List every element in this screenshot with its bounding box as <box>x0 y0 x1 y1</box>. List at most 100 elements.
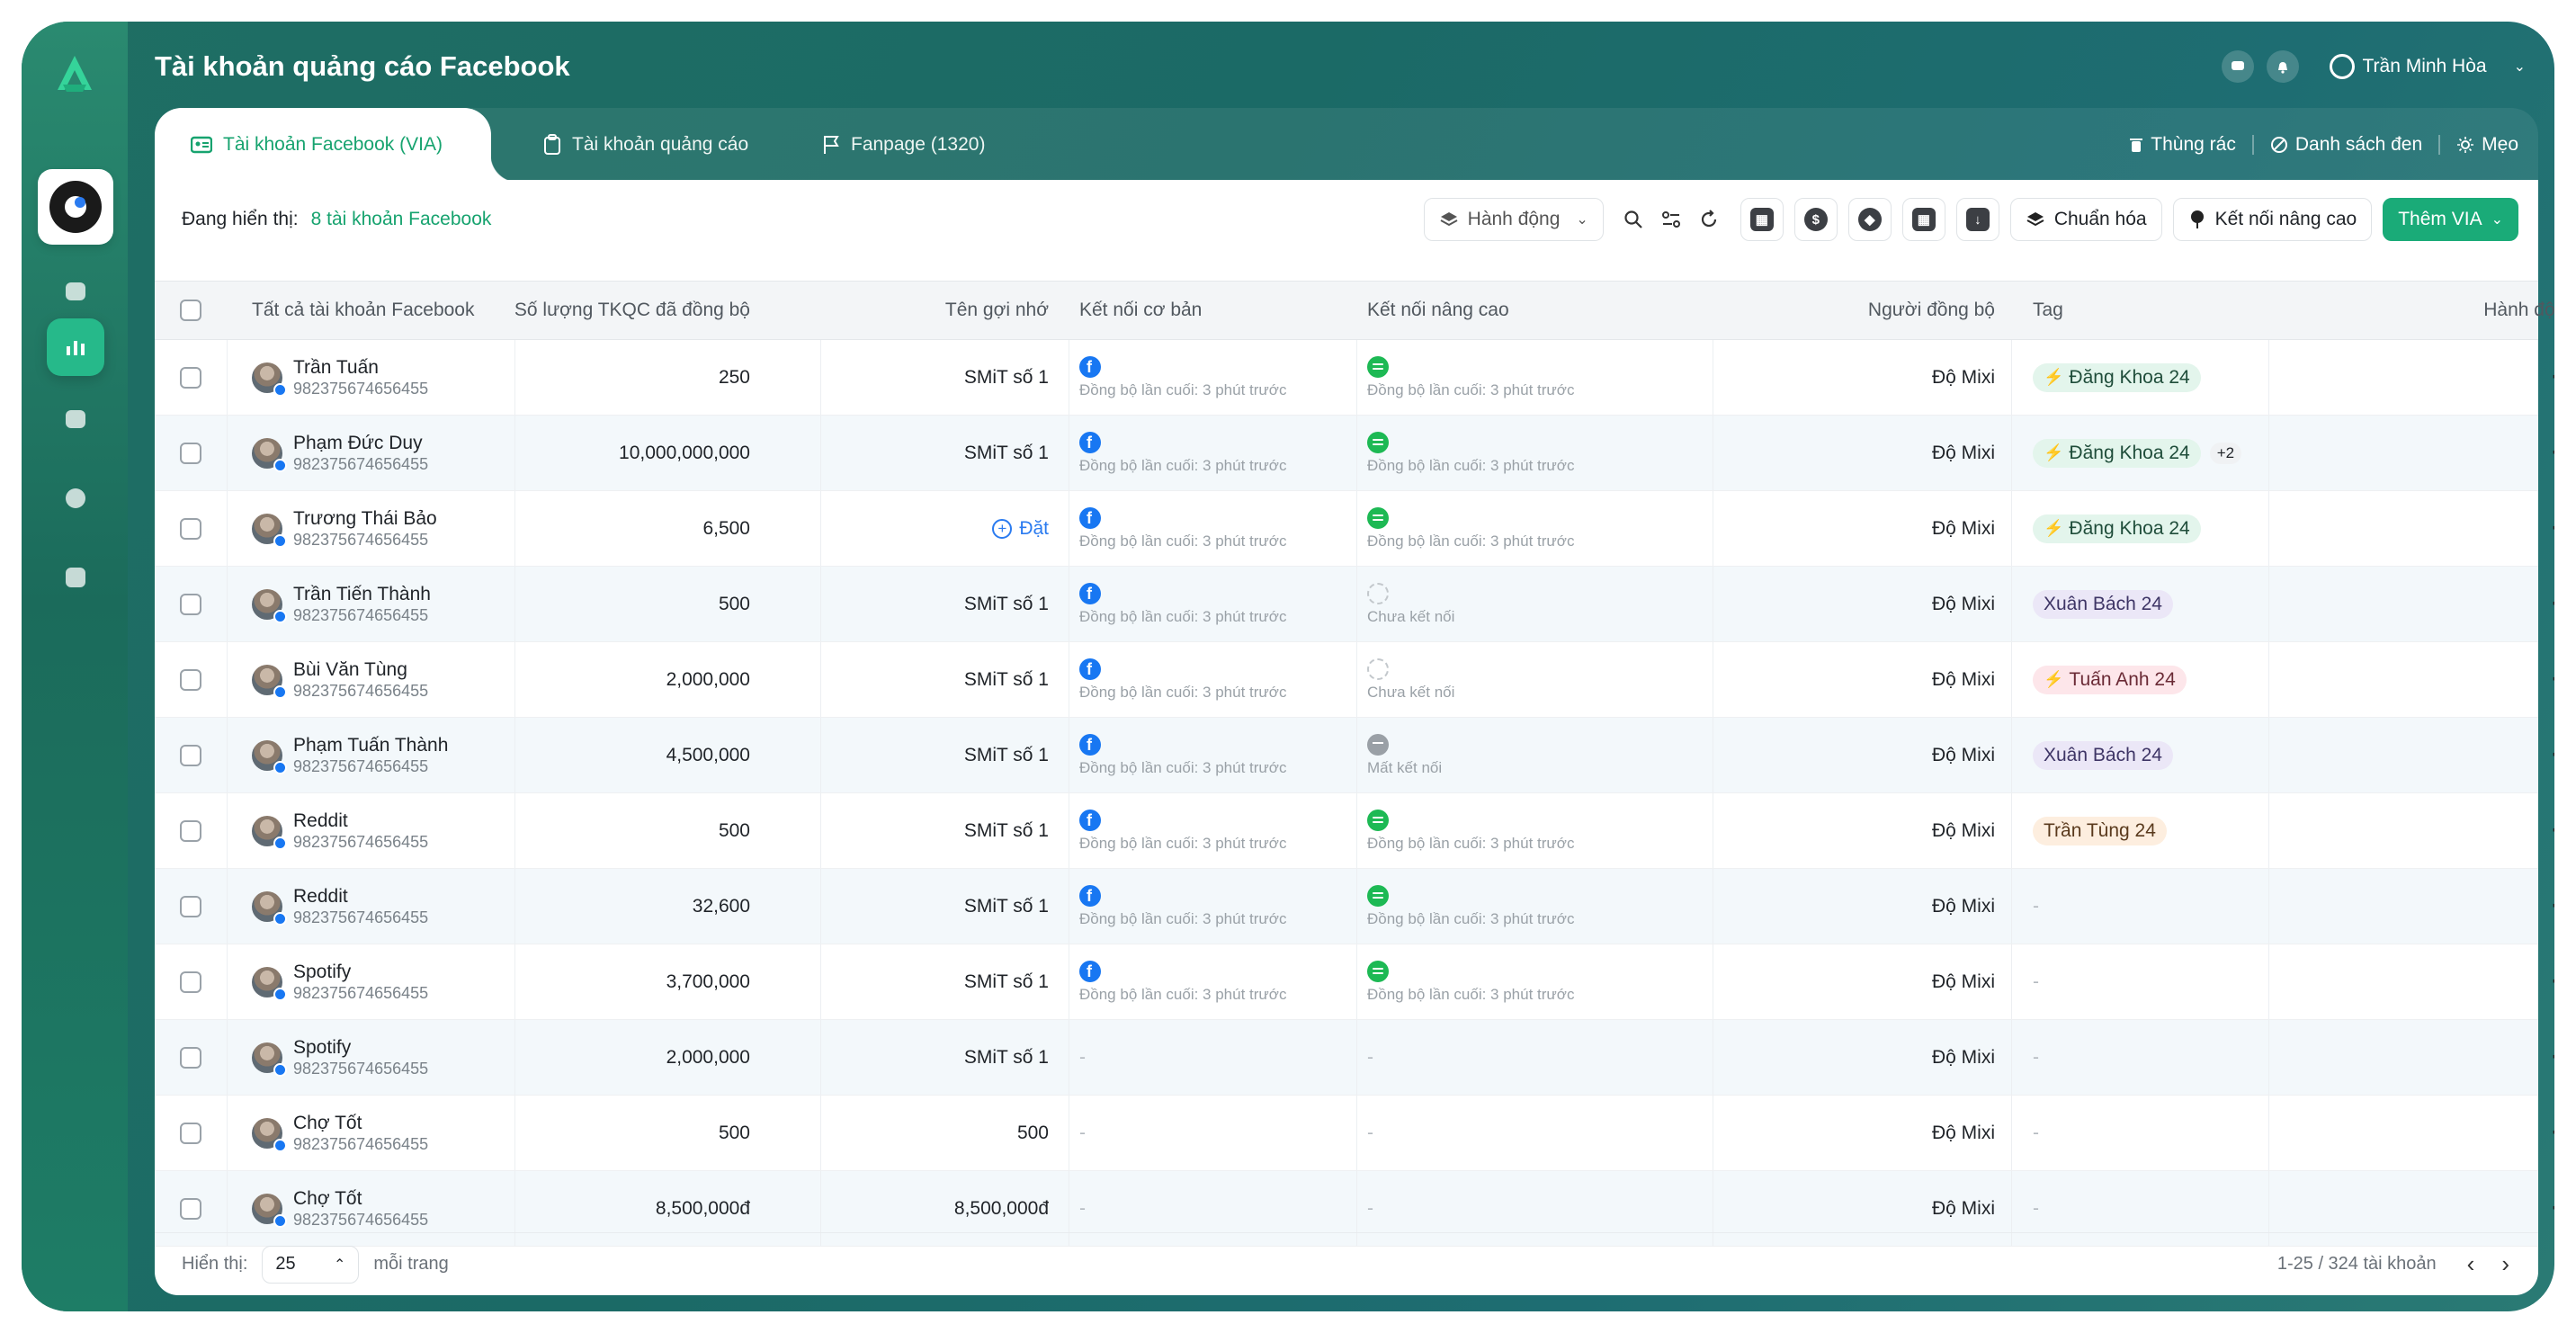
sidebar-item-chart-icon[interactable] <box>47 318 104 376</box>
sidebar-item-server-icon[interactable] <box>47 390 104 448</box>
alias-cell: SMiT số 1 <box>766 567 1049 641</box>
advanced-connect-button[interactable]: Kết nối nâng cao <box>2172 198 2373 241</box>
blacklist-button[interactable]: Danh sách đen <box>2270 134 2422 156</box>
table-row[interactable]: Reddit982375674656455 500 SMiT số 1 Đồng bộ… <box>155 793 2554 869</box>
per-page-select[interactable]: 25 ⌃ <box>262 1245 360 1284</box>
prev-page-icon[interactable]: ‹ <box>2467 1250 2475 1278</box>
tag-chip[interactable]: ⚡ Đăng Khoa 24 <box>2033 514 2201 543</box>
filter-icon[interactable] <box>1658 198 1685 241</box>
layers-icon <box>2026 212 2044 227</box>
row-checkbox[interactable] <box>180 593 201 615</box>
main-panel: Đang hiển thị: 8 tài khoản Facebook Hành… <box>155 180 2554 1295</box>
header-alias[interactable]: Tên gợi nhớ <box>766 282 1049 339</box>
chat-icon[interactable] <box>2222 50 2255 83</box>
tag-empty: - <box>2033 895 2039 917</box>
column-divider <box>514 1096 515 1170</box>
tab-ad-accounts[interactable]: Tài khoản quảng cáo <box>543 108 748 182</box>
header-advanced-connection[interactable]: Kết nối nâng cao <box>1367 282 1509 339</box>
more-actions-icon[interactable]: ··· <box>2552 743 2554 768</box>
tag-button[interactable]: ◆ <box>1847 198 1892 241</box>
table-row[interactable]: Trần Tiến Thành 982375674656455 500 SMiT số… <box>155 567 2554 642</box>
calendar-button[interactable]: ▦ <box>1740 198 1784 241</box>
row-checkbox[interactable] <box>180 442 201 464</box>
trash-button[interactable]: Thùng rác <box>2129 134 2236 156</box>
synced-count: 4,500,000 <box>666 744 750 765</box>
header-syncer[interactable]: Người đồng bộ <box>1684 282 1995 339</box>
table-row[interactable]: Reddit982375674656455 32,600 SMiT số 1 Đồng… <box>155 869 2554 944</box>
header-tag[interactable]: Tag <box>2033 282 2063 339</box>
more-actions-icon[interactable]: ··· <box>2552 970 2554 995</box>
more-actions-icon[interactable]: ··· <box>2552 1196 2554 1221</box>
add-via-button[interactable]: Thêm VIA ⌄ <box>2383 198 2518 241</box>
tag-chip[interactable]: ⚡ Tuấn Anh 24 <box>2033 665 2187 694</box>
more-actions-icon[interactable]: ··· <box>2552 1121 2554 1146</box>
sidebar-item-bolt-icon[interactable] <box>47 470 104 527</box>
search-icon[interactable] <box>1620 198 1647 241</box>
more-actions-icon[interactable]: ··· <box>2552 516 2554 541</box>
tab-facebook-via[interactable]: Tài khoản Facebook (VIA) <box>155 108 518 182</box>
bolt-icon: ⚡ <box>2044 443 2064 461</box>
download-button[interactable]: ↓ <box>1955 198 1999 241</box>
row-checkbox[interactable] <box>180 1122 201 1144</box>
tab-fanpage[interactable]: Fanpage (1320) <box>822 108 985 182</box>
row-checkbox[interactable] <box>180 668 201 691</box>
action-dropdown[interactable]: Hành động ⌄ <box>1423 198 1604 241</box>
table-row[interactable]: Phạm Tuấn Thành 982375674656455 4,500,000 S… <box>155 718 2554 793</box>
normalize-button[interactable]: Chuẩn hóa <box>2009 198 2162 241</box>
row-checkbox[interactable] <box>180 1197 201 1220</box>
tips-button[interactable]: Mẹo <box>2456 134 2518 156</box>
column-divider <box>1356 718 1357 792</box>
row-checkbox[interactable] <box>180 744 201 766</box>
basic-connection-cell: Đồng bộ lần cuối: 3 phút trước <box>1079 944 1286 1019</box>
more-actions-icon[interactable]: ··· <box>2552 667 2554 693</box>
row-checkbox[interactable] <box>180 971 201 993</box>
user-menu[interactable]: Trần Minh Hòa ⌄ <box>2330 54 2526 79</box>
currency-button[interactable]: $ <box>1793 198 1838 241</box>
table-row[interactable]: Trương Thái Bảo9823756746564556,500+ĐặtĐ… <box>155 491 2554 567</box>
tag-more-badge[interactable]: +2 <box>2209 442 2242 464</box>
tag-chip[interactable]: ⚡ Đăng Khoa 24 <box>2033 438 2201 468</box>
more-actions-icon[interactable]: ··· <box>2552 441 2554 466</box>
bolt-icon: ⚡ <box>2044 519 2064 537</box>
table-row[interactable]: Trần Tuấn982375674656455 250 SMiT số 1 Đồng… <box>155 340 2554 416</box>
row-checkbox[interactable] <box>180 895 201 917</box>
column-divider <box>514 491 515 566</box>
select-cell <box>180 491 201 566</box>
tag-chip[interactable]: Trần Tùng 24 <box>2033 816 2167 845</box>
sidebar-item-user-card-icon[interactable] <box>47 549 104 606</box>
row-checkbox[interactable] <box>180 819 201 842</box>
tag-chip[interactable]: Xuân Bách 24 <box>2033 589 2173 619</box>
avatar <box>252 362 287 397</box>
more-actions-icon[interactable]: ··· <box>2552 819 2554 844</box>
bell-icon[interactable] <box>2267 50 2300 83</box>
facebook-icon <box>1079 582 1101 604</box>
tag-chip[interactable]: ⚡ Đăng Khoa 24 <box>2033 362 2201 392</box>
row-checkbox[interactable] <box>180 366 201 389</box>
more-actions-icon[interactable]: ··· <box>2552 365 2554 390</box>
more-actions-icon[interactable]: ··· <box>2552 894 2554 919</box>
more-actions-icon[interactable]: ··· <box>2552 592 2554 617</box>
workspace-switcher[interactable] <box>38 169 113 245</box>
select-all-checkbox[interactable] <box>180 300 201 321</box>
table-row[interactable]: Phạm Đức Duy 982375674656455 10,000,000,00… <box>155 416 2554 491</box>
row-checkbox[interactable] <box>180 1046 201 1069</box>
table-row[interactable]: Spotify 982375674656455 2,000,000 SMiT số 1… <box>155 1020 2554 1096</box>
layout-button[interactable]: ▦ <box>1901 198 1945 241</box>
table-row[interactable]: Chợ Tốt982375674656455 500 500 - - Độ Mixi - ··… <box>155 1096 2554 1171</box>
syncer: Độ Mixi <box>1931 744 1995 765</box>
more-actions-icon[interactable]: ··· <box>2552 1045 2554 1070</box>
column-divider <box>2011 1020 2012 1095</box>
table-row[interactable]: Spotify 982375674656455 3,700,000 SMiT số 1… <box>155 944 2554 1020</box>
sidebar-item-ads-icon[interactable] <box>47 263 104 320</box>
table-row[interactable]: Bùi Văn Tùng 982375674656455 2,000,000 SMiT… <box>155 642 2554 718</box>
app-logo[interactable] <box>49 49 101 101</box>
tag-chip[interactable]: Xuân Bách 24 <box>2033 740 2173 770</box>
alias-cell: SMiT số 1 <box>766 718 1049 792</box>
refresh-icon[interactable] <box>1695 198 1722 241</box>
header-basic-connection[interactable]: Kết nối cơ bản <box>1079 282 1202 339</box>
next-page-icon[interactable]: › <box>2501 1250 2509 1278</box>
header-synced-count[interactable]: Số lượng TKQC đã đồng bộ <box>407 282 750 339</box>
blacklist-label: Danh sách đen <box>2294 134 2423 155</box>
set-alias-button[interactable]: + Đặt <box>992 518 1049 540</box>
row-checkbox[interactable] <box>180 517 201 540</box>
